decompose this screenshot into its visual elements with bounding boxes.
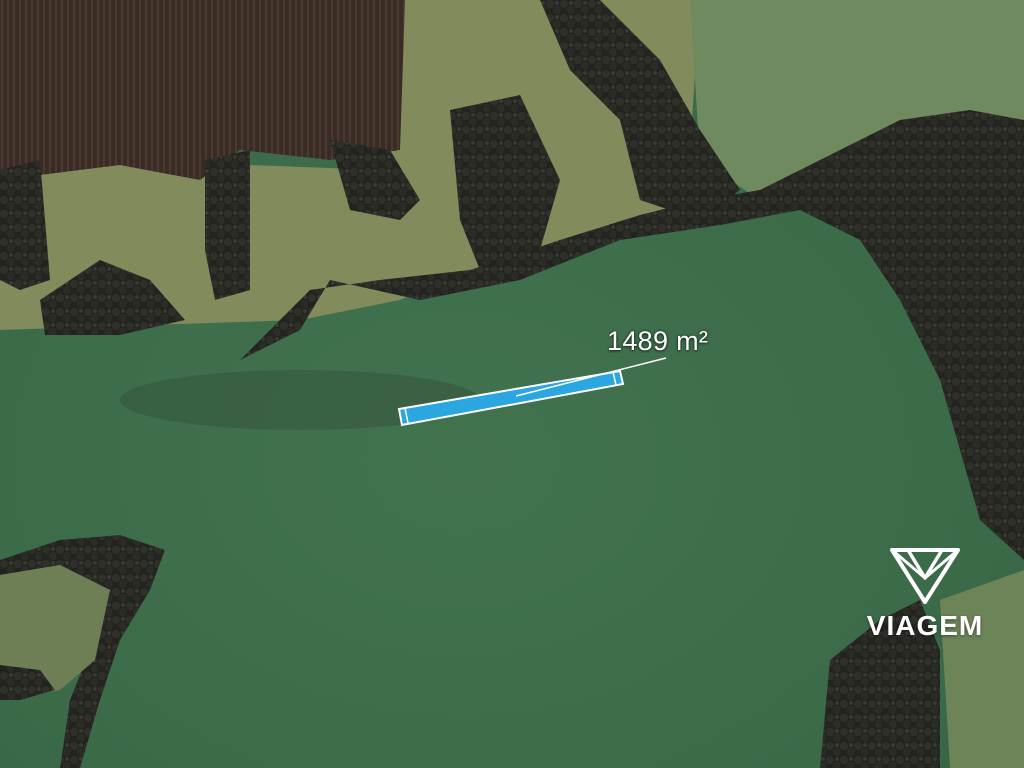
satellite-map[interactable]: 1489 m² VIAGEM [0, 0, 1024, 768]
diamond-logo-icon [890, 548, 960, 604]
forest-belt-1 [205, 150, 250, 300]
brand-name: VIAGEM [866, 610, 984, 641]
viagem-watermark: VIAGEM [850, 548, 1000, 642]
parcel-area-label: 1489 m² [607, 326, 709, 356]
map-imagery [0, 0, 1024, 768]
